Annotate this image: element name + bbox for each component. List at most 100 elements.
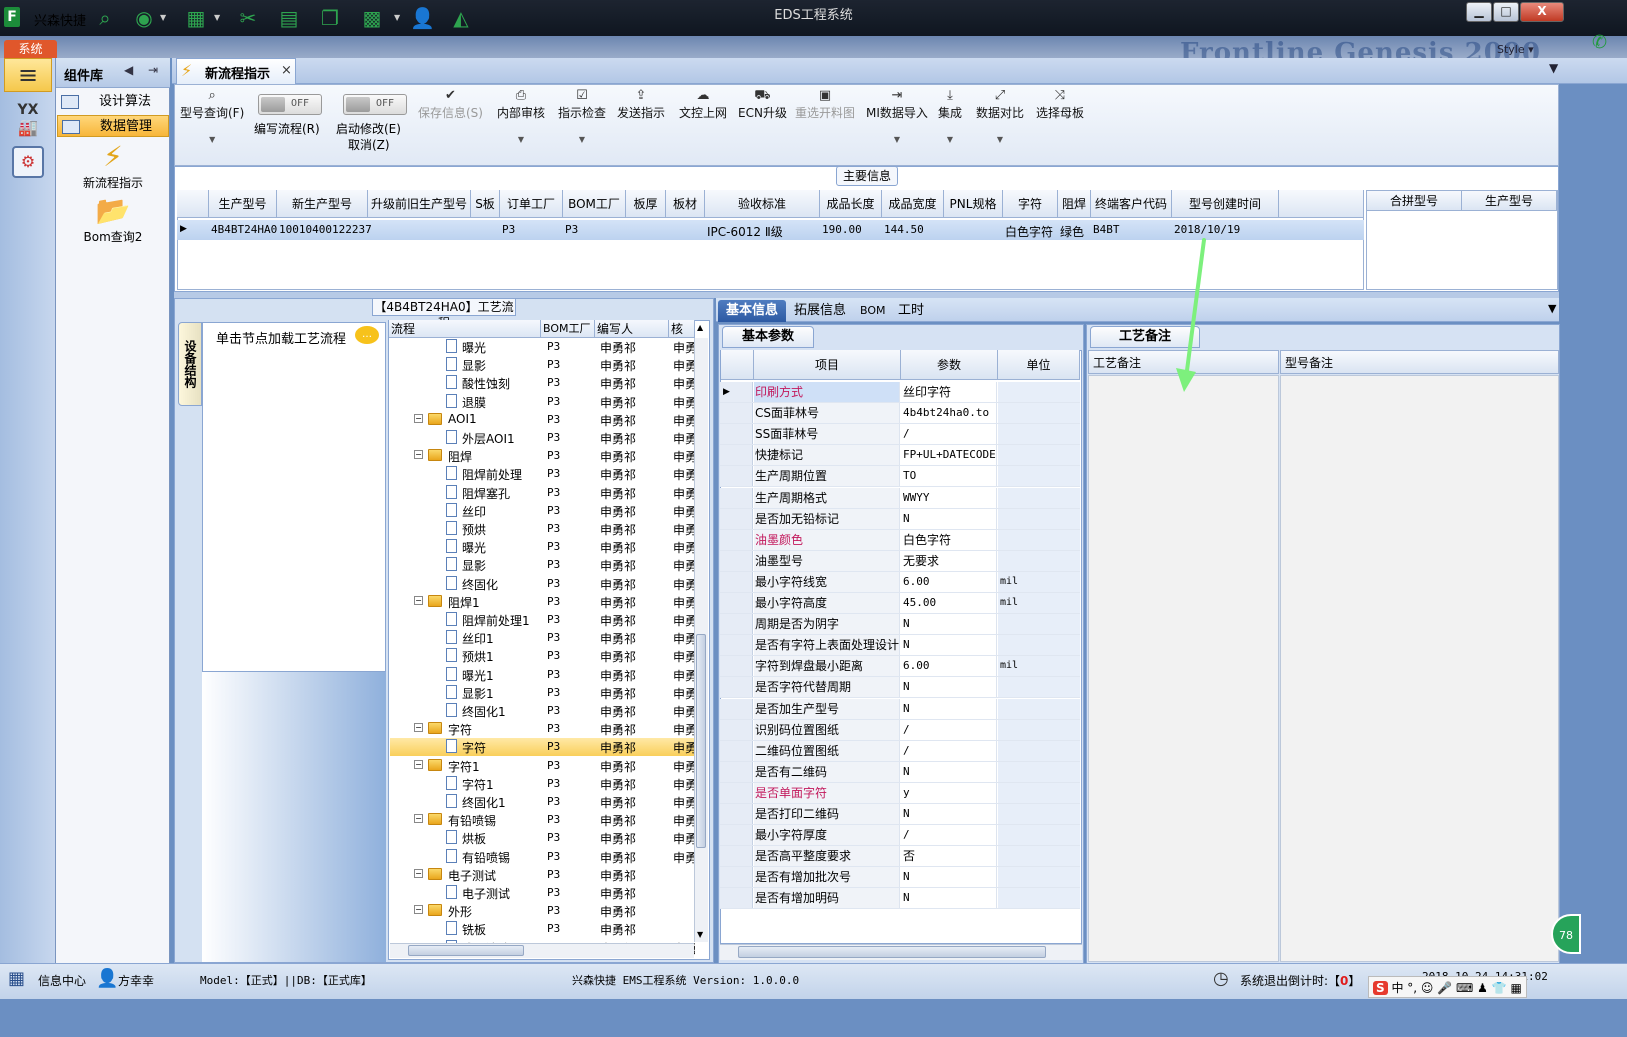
- tree-row[interactable]: 丝印 P3 申勇祁 申勇: [390, 502, 695, 520]
- param-row[interactable]: 生产周期格式 WWYY: [720, 487, 1080, 509]
- param-row[interactable]: 最小字符线宽 6.00 mil: [720, 571, 1080, 593]
- scissors-icon[interactable]: ✂: [236, 6, 260, 30]
- param-value[interactable]: 无要求: [901, 550, 997, 571]
- param-value[interactable]: WWYY: [901, 487, 997, 508]
- windows-grid-icon[interactable]: ▦: [8, 968, 25, 989]
- param-value[interactable]: N: [901, 888, 997, 909]
- main-info-col-header[interactable]: 验收标准: [705, 190, 820, 218]
- tree-row[interactable]: 预烘 P3 申勇祁 申勇: [390, 520, 695, 538]
- tree-row[interactable]: 显影1 P3 申勇祁 申勇: [390, 684, 695, 702]
- toolbar-button[interactable]: ⤨ 选择母板: [1036, 88, 1084, 121]
- param-row[interactable]: 是否加生产型号 N: [720, 698, 1080, 720]
- tree-row[interactable]: 预烘1 P3 申勇祁 申勇: [390, 647, 695, 665]
- expand-toggle-icon[interactable]: −: [414, 868, 423, 878]
- tree-row[interactable]: 铣板 P3 申勇祁: [390, 920, 694, 938]
- tree-row[interactable]: 显影 P3 申勇祁 申勇: [390, 356, 695, 374]
- toolbar-button[interactable]: ⇥ MI数据导入 ▼: [866, 88, 928, 144]
- param-value[interactable]: N: [901, 677, 997, 698]
- expand-toggle-icon[interactable]: −: [414, 450, 423, 460]
- close-button[interactable]: X: [1520, 2, 1564, 22]
- tab-new-process[interactable]: ⚡ 新流程指示 ×: [176, 58, 296, 84]
- main-info-col-header[interactable]: 生产型号: [209, 190, 277, 218]
- tree-col-factory[interactable]: BOM工厂: [541, 320, 595, 338]
- param-row[interactable]: 二维码位置图纸 /: [720, 740, 1080, 762]
- tree-row[interactable]: 字符 P3 申勇祁 申勇: [390, 738, 695, 757]
- param-value[interactable]: N: [901, 614, 997, 635]
- main-info-col-header[interactable]: 字符: [1003, 190, 1058, 218]
- param-row[interactable]: CS面菲林号 4b4bt24ha0.to: [720, 403, 1080, 425]
- param-value[interactable]: 丝印字符: [901, 382, 997, 402]
- complib-bom-query[interactable]: 📂 Bom查询2: [58, 194, 168, 245]
- cancel-label[interactable]: 取消(Z): [348, 136, 390, 153]
- main-info-col-header[interactable]: 成品宽度: [882, 190, 944, 218]
- tree-row[interactable]: 阻焊塞孔 P3 申勇祁 申勇: [390, 484, 695, 502]
- param-value[interactable]: 45.00: [901, 593, 997, 613]
- toolbar-button[interactable]: ⇪ 发送指示: [617, 88, 665, 121]
- tree-horizontal-scroll-thumb[interactable]: [408, 945, 524, 956]
- param-row[interactable]: 最小字符厚度 /: [720, 825, 1080, 847]
- tree-row[interactable]: 终固化1 P3 申勇祁 申勇: [390, 702, 695, 720]
- toolbar-button[interactable]: ⤢ 数据对比 ▼: [976, 88, 1024, 144]
- toggle-edit-process[interactable]: OFF: [258, 94, 322, 115]
- style-dropdown[interactable]: Style ▾: [1497, 43, 1534, 56]
- toggle-start-modify[interactable]: OFF: [343, 94, 407, 115]
- film-icon[interactable]: ▤: [277, 6, 301, 30]
- param-value[interactable]: 6.00: [901, 656, 997, 677]
- tree-col-audit[interactable]: 核算: [669, 320, 695, 338]
- tree-row[interactable]: − 字符1 P3 申勇祁 申勇: [390, 757, 695, 775]
- expand-toggle-icon[interactable]: −: [414, 814, 423, 824]
- dropdown-chevron-icon[interactable]: ▼: [976, 135, 1024, 144]
- param-value[interactable]: N: [901, 698, 997, 719]
- info-center[interactable]: 信息中心: [38, 972, 86, 989]
- tree-row[interactable]: 曝光 P3 申勇祁 申勇: [390, 338, 695, 356]
- tab-menu-chevron-icon[interactable]: ▼: [1548, 302, 1556, 315]
- tab-bom[interactable]: BOM: [852, 300, 894, 322]
- toolbar-button[interactable]: ✔ 保存信息(S): [418, 88, 483, 121]
- expand-toggle-icon[interactable]: −: [414, 413, 423, 423]
- complib-item-data-management[interactable]: 数据管理: [57, 115, 169, 137]
- main-info-col-header[interactable]: 订单工厂: [500, 190, 563, 218]
- expand-toggle-icon[interactable]: −: [414, 759, 423, 769]
- main-info-col-header[interactable]: S板: [471, 190, 500, 218]
- expand-toggle-icon[interactable]: −: [414, 723, 423, 733]
- param-row[interactable]: SS面菲林号 /: [720, 424, 1080, 446]
- yx-factory-icon[interactable]: YX 🏭: [10, 102, 46, 138]
- complib-item-design-algorithm[interactable]: 设计算法: [57, 91, 169, 113]
- main-info-col-header[interactable]: 板厚: [626, 190, 666, 218]
- toolbar-button[interactable]: ▣ 重选开料图: [795, 88, 855, 121]
- collapse-left-icon[interactable]: ◀: [124, 63, 133, 77]
- tree-col-author[interactable]: 编写人: [595, 320, 669, 338]
- grid-icon[interactable]: ▦: [184, 6, 208, 30]
- tab-extended-info[interactable]: 拓展信息: [786, 300, 854, 322]
- param-value[interactable]: 否: [901, 846, 997, 867]
- param-value[interactable]: /: [901, 740, 997, 761]
- phone-icon[interactable]: ✆: [1592, 32, 1607, 53]
- main-info-col-header[interactable]: PNL规格: [944, 190, 1003, 218]
- pin-icon[interactable]: ⇥: [148, 63, 158, 77]
- minimize-button[interactable]: ▁: [1466, 2, 1492, 22]
- tree-row[interactable]: − 阻焊 P3 申勇祁 申勇: [390, 447, 695, 465]
- tree-row[interactable]: − AOI1 P3 申勇祁 申勇: [390, 411, 695, 429]
- complib-new-process[interactable]: ⚡ 新流程指示: [58, 140, 168, 191]
- param-row[interactable]: ▶ 印刷方式 丝印字符: [720, 382, 1080, 403]
- param-row[interactable]: 油墨型号 无要求: [720, 550, 1080, 572]
- param-value[interactable]: FP+UL+DATECODE: [901, 445, 997, 466]
- param-row[interactable]: 是否高平整度要求否: [720, 846, 1080, 868]
- param-row[interactable]: 周期是否为阴字 N: [720, 614, 1080, 636]
- param-row[interactable]: 字符到焊盘最小距离 6.00 mil: [720, 656, 1080, 678]
- param-value[interactable]: y: [901, 782, 997, 803]
- param-row[interactable]: 是否有字符上表面处理设计 N: [720, 635, 1080, 657]
- tab-basic-params[interactable]: 基本参数: [722, 326, 814, 348]
- dropdown-chevron-icon[interactable]: ▼: [180, 135, 244, 144]
- dropdown-chevron-icon[interactable]: ▼: [214, 13, 220, 22]
- dropdown-chevron-icon[interactable]: ▼: [938, 135, 962, 144]
- process-note-textarea[interactable]: [1088, 375, 1279, 962]
- param-value[interactable]: /: [901, 719, 997, 740]
- model-note-textarea[interactable]: [1280, 375, 1559, 962]
- main-info-col-header[interactable]: 板材: [666, 190, 705, 218]
- param-value[interactable]: N: [901, 867, 997, 888]
- param-row[interactable]: 是否打印二维码 N: [720, 804, 1080, 825]
- bp-col-param[interactable]: 参数: [901, 350, 998, 380]
- param-row[interactable]: 生产周期位置 TO: [720, 466, 1080, 488]
- tab-work-hours[interactable]: 工时: [890, 300, 932, 322]
